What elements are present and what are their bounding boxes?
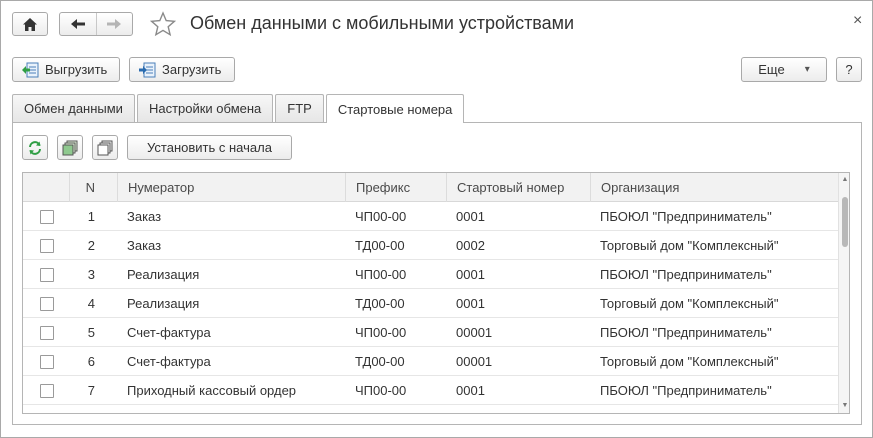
row-checkbox[interactable]	[40, 239, 54, 253]
cell-n: 5	[87, 325, 95, 340]
refresh-button[interactable]	[22, 135, 48, 160]
table-row[interactable]: 6 Счет-фактура ТД00-00 00001 Торговый дом "К…	[23, 347, 838, 376]
cell-prefix: ТД00-00	[355, 354, 405, 369]
help-button[interactable]: ?	[836, 57, 862, 82]
header-start-number[interactable]: Стартовый номер	[446, 173, 590, 202]
chevron-down-icon: ▾	[804, 64, 810, 75]
page-title: Обмен данными с мобильными устройствами	[190, 13, 575, 33]
forward-button[interactable]	[96, 13, 132, 35]
cell-n: 1	[87, 209, 95, 224]
tab-start-numbers[interactable]: Стартовые номера	[325, 94, 465, 123]
header-numerator[interactable]: Нумератор	[117, 173, 345, 202]
header-organization[interactable]: Организация	[590, 173, 838, 202]
back-button[interactable]	[60, 13, 96, 35]
export-icon	[22, 62, 39, 77]
cell-organization: ПБОЮЛ "Предприниматель"	[600, 267, 772, 282]
table-row[interactable]: 7 Приходный кассовый ордер ЧП00-00 0001 ПБОЮ…	[23, 376, 838, 405]
more-button[interactable]: Еще ▾	[741, 57, 827, 82]
tab-bar: Обмен данными Настройки обмена FTP Старт…	[12, 94, 466, 123]
copy-icon	[62, 140, 78, 155]
more-label: Еще	[758, 62, 785, 77]
arrow-right-icon	[107, 19, 122, 29]
cell-numerator: Реализация	[127, 296, 200, 311]
table-row[interactable]: 4 Реализация ТД00-00 0001 Торговый дом "Комп…	[23, 289, 838, 318]
export-button[interactable]: Выгрузить	[12, 57, 120, 82]
copy-button[interactable]	[57, 135, 83, 160]
cell-prefix: ЧП00-00	[355, 325, 407, 340]
scroll-down-icon[interactable]: ▼	[841, 402, 849, 410]
paste-button[interactable]	[92, 135, 118, 160]
table-row[interactable]: 1 Заказ ЧП00-00 0001 ПБОЮЛ "Предприниматель"	[23, 202, 838, 231]
row-checkbox[interactable]	[40, 355, 54, 369]
row-checkbox[interactable]	[40, 297, 54, 311]
cell-n: 7	[87, 383, 95, 398]
exchange-window: Обмен данными с мобильными устройствами …	[0, 0, 873, 438]
scroll-up-icon[interactable]: ▲	[841, 176, 849, 184]
cell-numerator: Заказ	[127, 238, 162, 253]
row-checkbox[interactable]	[40, 384, 54, 398]
cell-organization: Торговый дом "Комплексный"	[600, 238, 779, 253]
tab-exchange-settings[interactable]: Настройки обмена	[136, 94, 274, 122]
arrow-left-icon	[70, 19, 85, 29]
cell-n: 2	[87, 238, 95, 253]
cell-n: 6	[87, 354, 95, 369]
header-n[interactable]: N	[69, 173, 117, 202]
close-icon[interactable]: ×	[853, 12, 862, 30]
cell-prefix: ЧП00-00	[355, 383, 407, 398]
cell-organization: ПБОЮЛ "Предприниматель"	[600, 209, 772, 224]
cell-start-number: 00001	[456, 354, 493, 369]
cell-start-number: 0001	[456, 383, 485, 398]
row-checkbox[interactable]	[40, 268, 54, 282]
export-label: Выгрузить	[45, 62, 108, 77]
reset-from-start-button[interactable]: Установить с начала	[127, 135, 292, 160]
home-icon	[23, 17, 37, 31]
row-checkbox[interactable]	[40, 210, 54, 224]
import-label: Загрузить	[162, 62, 222, 77]
cell-prefix: ЧП00-00	[355, 267, 407, 282]
start-numbers-table: N Нумератор Префикс Стартовый номер Орга…	[22, 172, 850, 414]
paste-icon	[97, 140, 113, 155]
header-checkbox-col	[23, 173, 69, 202]
cell-prefix: ТД00-00	[355, 296, 405, 311]
cell-organization: Торговый дом "Комплексный"	[600, 296, 779, 311]
table-row[interactable]: 5 Счет-фактура ЧП00-00 00001 ПБОЮЛ "Предприн…	[23, 318, 838, 347]
table-header: N Нумератор Префикс Стартовый номер Орга…	[23, 173, 838, 202]
star-icon[interactable]	[150, 11, 176, 37]
cell-numerator: Заказ	[127, 209, 162, 224]
cell-numerator: Счет-фактура	[127, 325, 211, 340]
import-icon	[139, 62, 156, 77]
cell-numerator: Реализация	[127, 267, 200, 282]
cell-start-number: 0001	[456, 296, 485, 311]
vertical-scrollbar[interactable]: ▲ ▼	[838, 173, 849, 413]
table-row[interactable]: 3 Реализация ЧП00-00 0001 ПБОЮЛ "Предпринима…	[23, 260, 838, 289]
row-checkbox[interactable]	[40, 326, 54, 340]
cell-n: 4	[87, 296, 95, 311]
cell-start-number: 0001	[456, 209, 485, 224]
start-numbers-panel: Установить с начала N Нумератор Префикс …	[12, 122, 862, 425]
cell-numerator: Приходный кассовый ордер	[127, 383, 297, 398]
cell-start-number: 00001	[456, 325, 493, 340]
tab-ftp[interactable]: FTP	[275, 94, 324, 122]
home-button[interactable]	[12, 12, 48, 36]
table-row[interactable]: 2 Заказ ТД00-00 0002 Торговый дом "Комплексн…	[23, 231, 838, 260]
cell-organization: ПБОЮЛ "Предприниматель"	[600, 325, 772, 340]
cell-organization: ПБОЮЛ "Предприниматель"	[600, 383, 772, 398]
cell-start-number: 0002	[456, 238, 485, 253]
header-prefix[interactable]: Префикс	[345, 173, 446, 202]
history-nav	[59, 12, 133, 36]
cell-numerator: Счет-фактура	[127, 354, 211, 369]
cell-start-number: 0001	[456, 267, 485, 282]
cell-prefix: ЧП00-00	[355, 209, 407, 224]
cell-prefix: ТД00-00	[355, 238, 405, 253]
cell-organization: Торговый дом "Комплексный"	[600, 354, 779, 369]
import-button[interactable]: Загрузить	[129, 57, 235, 82]
tab-exchange[interactable]: Обмен данными	[12, 94, 135, 122]
cell-n: 3	[87, 267, 95, 282]
refresh-icon	[29, 140, 41, 155]
scroll-thumb[interactable]	[842, 197, 848, 247]
